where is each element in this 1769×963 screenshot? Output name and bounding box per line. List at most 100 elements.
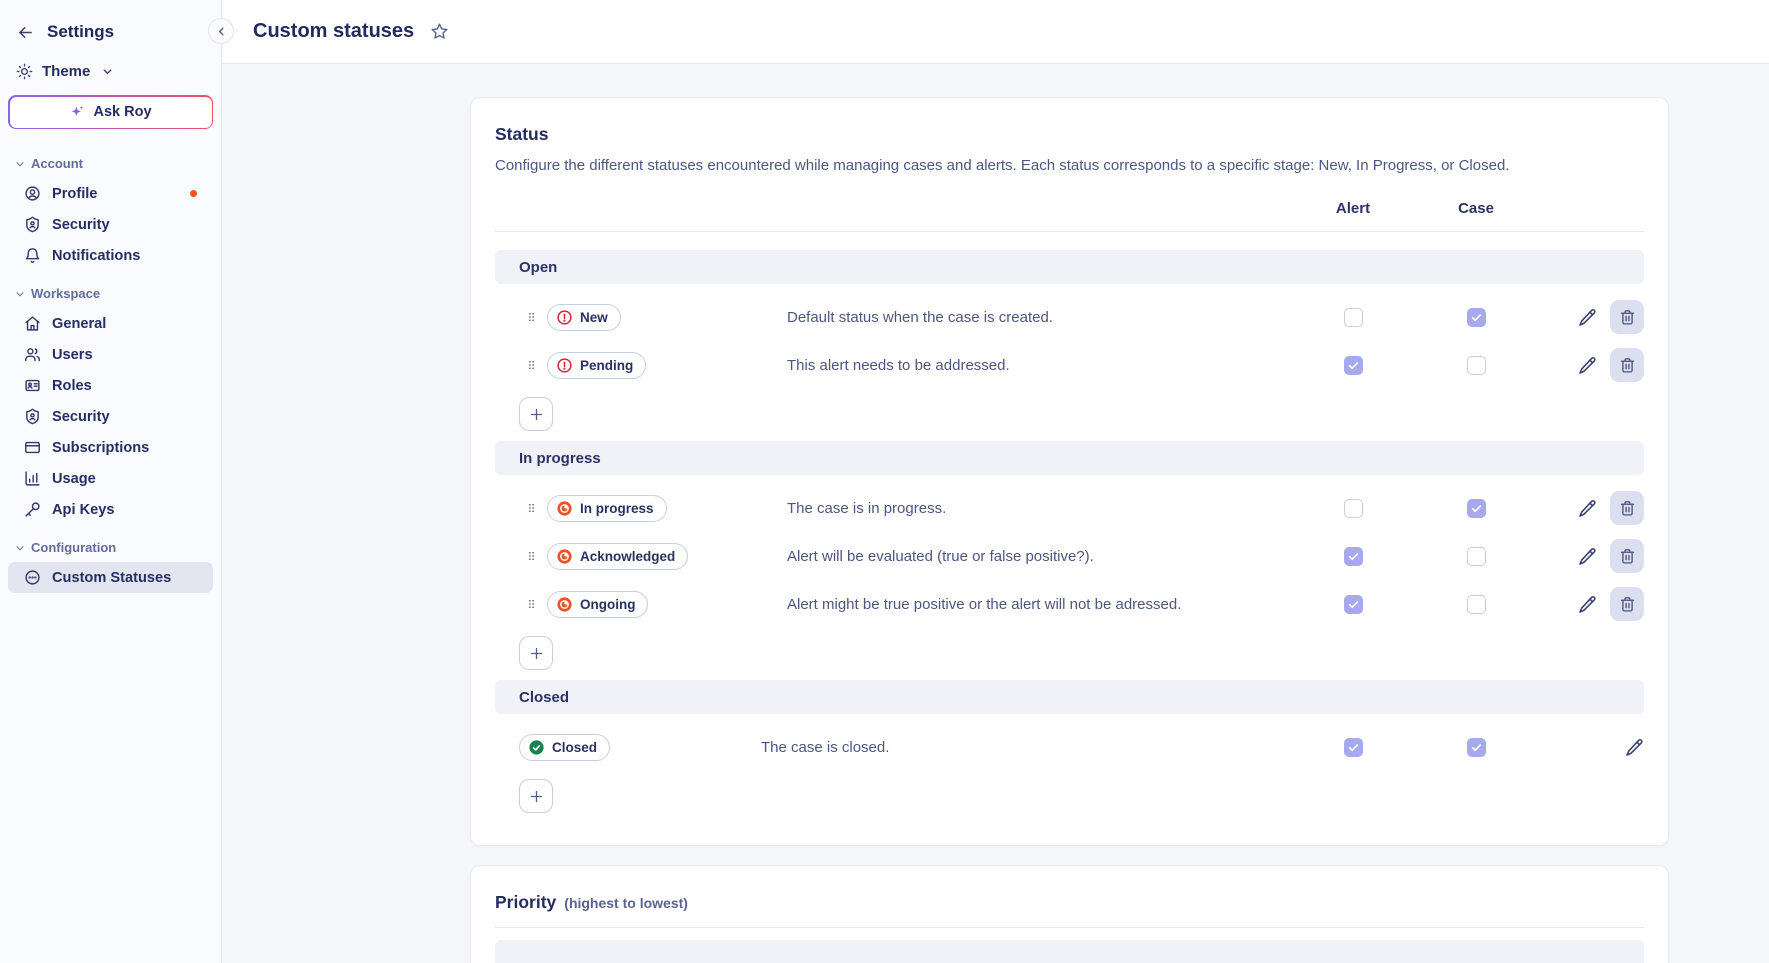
add-status-button[interactable] <box>519 636 553 670</box>
sidebar-item-subscriptions[interactable]: Subscriptions <box>8 432 213 463</box>
sidebar-item-label: General <box>52 316 106 332</box>
delete-button[interactable] <box>1610 300 1644 334</box>
favorite-button[interactable] <box>430 22 449 41</box>
edit-button[interactable] <box>1578 308 1597 327</box>
status-row-acknowledged: Acknowledged Alert will be evaluated (tr… <box>495 532 1644 580</box>
status-badge-in-progress[interactable]: In progress <box>547 495 667 522</box>
section-header-configuration[interactable]: Configuration <box>0 525 221 562</box>
priority-card-subtitle: (highest to lowest) <box>564 895 688 911</box>
delete-button[interactable] <box>1610 348 1644 382</box>
sidebar-item-profile[interactable]: Profile <box>8 178 213 209</box>
shield-icon <box>24 216 41 233</box>
circle-dots-icon <box>24 569 41 586</box>
drag-handle[interactable] <box>525 357 547 373</box>
chevron-down-icon <box>101 65 114 78</box>
group-label: Closed <box>519 689 569 706</box>
progress-pie-icon <box>556 500 573 517</box>
theme-label: Theme <box>42 63 90 80</box>
priority-card-title: Priority <box>495 892 556 913</box>
add-status-button[interactable] <box>519 779 553 813</box>
sidebar-item-usage[interactable]: Usage <box>8 463 213 494</box>
sidebar-item-label: Profile <box>52 186 97 202</box>
sidebar-item-general[interactable]: General <box>8 308 213 339</box>
status-badge-pending[interactable]: Pending <box>547 352 646 379</box>
status-description: Alert might be true positive or the aler… <box>787 596 1305 613</box>
home-icon <box>24 315 41 332</box>
case-checkbox[interactable] <box>1467 308 1486 327</box>
alert-checkbox[interactable] <box>1344 595 1363 614</box>
group-bar-open: Open <box>495 250 1644 284</box>
status-badge-new[interactable]: New <box>547 304 621 331</box>
status-badge-acknowledged[interactable]: Acknowledged <box>547 543 688 570</box>
sidebar-header: Settings <box>0 2 221 54</box>
sparkles-icon <box>69 104 85 120</box>
delete-button[interactable] <box>1610 491 1644 525</box>
alert-checkbox[interactable] <box>1344 356 1363 375</box>
sidebar-item-security[interactable]: Security <box>8 401 213 432</box>
chevron-down-icon <box>14 288 26 300</box>
case-checkbox[interactable] <box>1467 547 1486 566</box>
sidebar-item-notifications[interactable]: Notifications <box>8 240 213 271</box>
case-column-header: Case <box>1428 200 1524 217</box>
drag-handle[interactable] <box>525 596 547 612</box>
status-badge-label: Ongoing <box>580 597 635 612</box>
edit-button[interactable] <box>1578 547 1597 566</box>
section-header-account[interactable]: Account <box>0 141 221 178</box>
chevron-left-icon <box>215 25 228 38</box>
sidebar-collapse-button[interactable] <box>208 18 234 44</box>
status-row-ongoing: Ongoing Alert might be true positive or … <box>495 580 1644 628</box>
sidebar-item-users[interactable]: Users <box>8 339 213 370</box>
delete-button[interactable] <box>1610 539 1644 573</box>
case-checkbox[interactable] <box>1467 738 1486 757</box>
edit-button[interactable] <box>1578 595 1597 614</box>
status-badge-label: Closed <box>552 740 597 755</box>
alert-checkbox[interactable] <box>1344 547 1363 566</box>
ask-roy-label: Ask Roy <box>93 104 151 120</box>
key-icon <box>24 501 41 518</box>
sidebar-item-api-keys[interactable]: Api Keys <box>8 494 213 525</box>
add-status-button[interactable] <box>519 397 553 431</box>
bell-icon <box>24 247 41 264</box>
drag-handle[interactable] <box>525 548 547 564</box>
theme-toggle[interactable]: Theme <box>0 54 221 93</box>
edit-button[interactable] <box>1578 499 1597 518</box>
ask-roy-button[interactable]: Ask Roy <box>8 95 213 129</box>
sidebar-title: Settings <box>47 22 114 42</box>
status-row-closed: Closed The case is closed. <box>495 723 1644 771</box>
status-row-pending: Pending This alert needs to be addressed… <box>495 341 1644 389</box>
case-checkbox[interactable] <box>1467 356 1486 375</box>
alert-checkbox[interactable] <box>1344 499 1363 518</box>
case-checkbox[interactable] <box>1467 595 1486 614</box>
section-header-workspace[interactable]: Workspace <box>0 271 221 308</box>
star-icon <box>430 22 449 41</box>
status-badge-ongoing[interactable]: Ongoing <box>547 591 648 618</box>
credit-card-icon <box>24 439 41 456</box>
group-label: Open <box>519 259 557 276</box>
drag-handle[interactable] <box>525 309 547 325</box>
sidebar-item-roles[interactable]: Roles <box>8 370 213 401</box>
group-bar-in-progress: In progress <box>495 441 1644 475</box>
alert-circle-icon <box>556 309 573 326</box>
back-arrow-icon[interactable] <box>16 23 35 42</box>
status-card-title: Status <box>495 124 1644 145</box>
alert-checkbox[interactable] <box>1344 738 1363 757</box>
drag-handle[interactable] <box>525 500 547 516</box>
status-card-description: Configure the different statuses encount… <box>495 157 1644 174</box>
sun-icon <box>16 63 33 80</box>
sidebar-item-label: Security <box>52 217 110 233</box>
section-label: Configuration <box>31 540 116 555</box>
shield-icon <box>24 408 41 425</box>
priority-group-bar <box>495 940 1644 963</box>
edit-button[interactable] <box>1578 356 1597 375</box>
alert-checkbox[interactable] <box>1344 308 1363 327</box>
case-checkbox[interactable] <box>1467 499 1486 518</box>
status-badge-closed[interactable]: Closed <box>519 734 610 761</box>
divider <box>495 231 1644 232</box>
progress-pie-icon <box>556 548 573 565</box>
status-description: This alert needs to be addressed. <box>787 357 1305 374</box>
sidebar-item-security[interactable]: Security <box>8 209 213 240</box>
sidebar-item-label: Subscriptions <box>52 440 149 456</box>
delete-button[interactable] <box>1610 587 1644 621</box>
edit-button[interactable] <box>1625 738 1644 757</box>
sidebar-item-custom-statuses[interactable]: Custom Statuses <box>8 562 213 593</box>
